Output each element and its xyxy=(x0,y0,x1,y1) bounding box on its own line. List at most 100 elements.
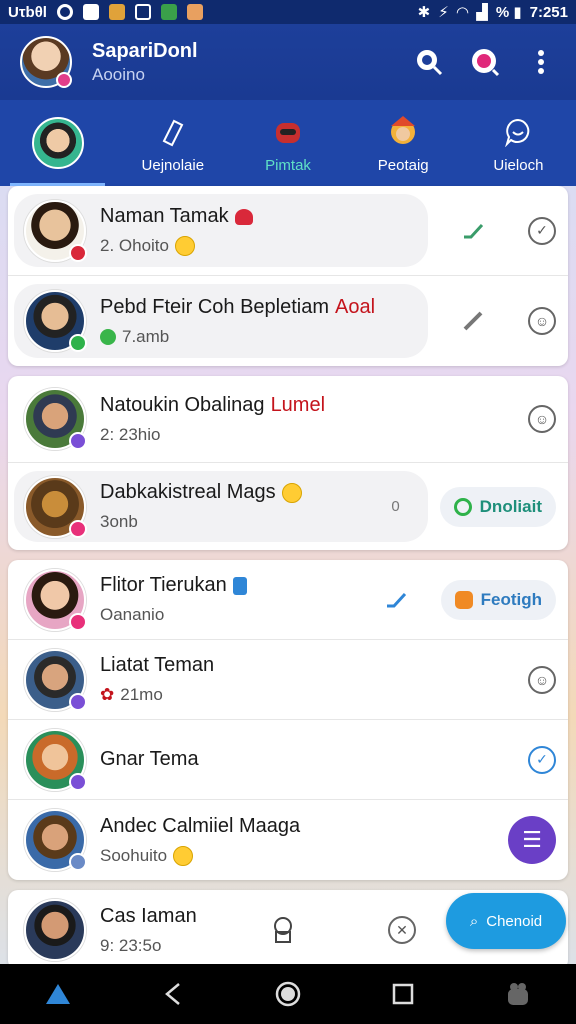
status-badge xyxy=(69,334,87,352)
avatar xyxy=(24,728,87,791)
emoji-icon xyxy=(175,236,195,256)
last-message: Oananio xyxy=(100,605,165,624)
chat-row[interactable]: Andec Calmiiel Maaga Soohuito ☰ xyxy=(8,800,568,880)
avatar xyxy=(24,290,87,352)
character-icon xyxy=(384,113,422,151)
contact-name: Andec Calmiiel Maaga xyxy=(100,814,301,837)
avatar xyxy=(24,475,87,538)
tab-chats[interactable]: Pimtak xyxy=(230,100,345,186)
menu-icon: ☰ xyxy=(522,827,542,852)
search-button[interactable] xyxy=(414,47,444,77)
chat-row[interactable]: Gnar Tema ✓ xyxy=(8,720,568,800)
more-button[interactable] xyxy=(526,47,556,77)
chat-bubble-icon xyxy=(499,113,537,151)
heart-icon xyxy=(234,208,253,225)
edit-icon xyxy=(458,216,488,246)
emoji-icon xyxy=(173,845,194,866)
last-message: 21mo xyxy=(120,685,163,704)
record-icon xyxy=(56,4,73,20)
status-badge xyxy=(69,612,87,631)
carrier-text: Uτbθl xyxy=(8,3,47,21)
read-status-icon: ✓ xyxy=(528,216,556,245)
tab-profile[interactable] xyxy=(0,100,115,186)
more-vertical-icon xyxy=(538,50,544,74)
chat-row[interactable]: Dabkakistreal Mags 3onb 0 Dnoliait xyxy=(8,463,568,550)
new-chat-label: Chenoid xyxy=(486,912,543,930)
search-icon xyxy=(417,50,443,76)
contact-name: Pebd Fteir Coh Bepletiam xyxy=(100,295,330,318)
contact-name: Natoukin Obalinag xyxy=(100,393,265,416)
system-nav-bar xyxy=(0,964,576,1024)
chat-icon xyxy=(453,497,472,516)
call-button[interactable] xyxy=(470,47,500,77)
online-icon xyxy=(100,328,116,345)
clock-text: 7:251 xyxy=(529,3,568,21)
avatar xyxy=(24,388,87,450)
chat-row[interactable]: Naman Tamak 2. Ohoito ✓ xyxy=(8,186,568,276)
tab-community[interactable]: Peotaig xyxy=(346,100,461,186)
tab-label: Peotaig xyxy=(377,156,429,174)
tab-avatar xyxy=(31,117,84,169)
home-app-button[interactable] xyxy=(41,977,75,1011)
profile-avatar[interactable] xyxy=(20,36,72,88)
tab-label: Uieloch xyxy=(493,156,544,174)
home-button[interactable] xyxy=(271,977,305,1011)
new-chat-button[interactable]: ⌕ Chenoid xyxy=(446,893,566,949)
send-icon xyxy=(134,4,151,20)
home-icon xyxy=(275,981,301,1007)
gift-icon xyxy=(454,590,473,609)
chat-card: Flitor Tierukan Oananio Feotigh Liatat T… xyxy=(8,560,568,880)
page-subtitle: Aooino xyxy=(92,64,145,84)
contact-name: Naman Tamak xyxy=(100,205,229,227)
chat-row[interactable]: Natoukin Obalinag Lumel 2: 23hio ☺ xyxy=(8,376,568,463)
avatar xyxy=(24,648,87,711)
last-message: 9: 23:5o xyxy=(100,935,162,955)
contact-name-highlight: Lumel xyxy=(270,393,326,416)
chat-row[interactable]: Liatat Teman ✿ 21mo ☺ xyxy=(8,640,568,720)
assistant-button[interactable] xyxy=(501,977,535,1011)
signal-icon: ▟ xyxy=(476,4,488,21)
tab-updates[interactable]: Uejnolaie xyxy=(115,100,230,186)
app-header: SapariDonl Aooino xyxy=(0,24,576,100)
chat-list: Naman Tamak 2. Ohoito ✓ Pebd Fteir Coh B… xyxy=(8,186,568,980)
status-bar: Uτbθl ✱ ⚡ ◠ ▟ % ▮ 7:251 xyxy=(0,0,576,24)
avatar xyxy=(24,568,87,631)
back-icon xyxy=(164,983,180,1005)
robot-icon xyxy=(269,113,307,151)
read-status-icon: ☺ xyxy=(528,665,556,694)
menu-button[interactable]: ☰ xyxy=(508,816,556,864)
last-message: 2: 23hio xyxy=(100,424,161,444)
last-message: 3onb xyxy=(100,512,138,531)
app-logo-icon xyxy=(45,984,70,1004)
action-button[interactable]: Dnoliait xyxy=(439,486,556,527)
tab-label: Uejnolaie xyxy=(141,156,205,174)
chat-row[interactable]: Pebd Fteir Coh Bepletiam Aoal 7.amb ☺ xyxy=(8,276,568,366)
wifi-icon: ◠ xyxy=(456,4,469,21)
status-badge xyxy=(69,853,87,871)
action-button[interactable]: Feotigh xyxy=(440,579,556,620)
action-label: Feotigh xyxy=(480,589,542,609)
tab-messages[interactable]: Uieloch xyxy=(461,100,576,186)
bluetooth-icon: ✱ xyxy=(417,4,431,21)
status-badge xyxy=(56,72,72,88)
status-badge xyxy=(69,519,87,538)
last-message: 7.amb xyxy=(122,326,170,346)
avatar xyxy=(24,899,86,961)
contact-name: Gnar Tema xyxy=(100,748,199,770)
status-badge xyxy=(69,243,87,262)
chat-row[interactable]: Flitor Tierukan Oananio Feotigh xyxy=(8,560,568,640)
read-status-icon: ☺ xyxy=(528,307,556,335)
action-label: Dnoliait xyxy=(479,496,542,516)
gear-icon: ✿ xyxy=(100,685,115,704)
avatar xyxy=(24,809,87,871)
contact-name-highlight: Aoal xyxy=(335,295,376,318)
read-status-icon: ☺ xyxy=(528,405,556,433)
emoji-icon xyxy=(281,482,302,503)
vibrate-icon: ⚡ xyxy=(438,4,449,21)
edit-icon xyxy=(381,585,411,615)
last-message: Soohuito xyxy=(100,845,168,865)
back-button[interactable] xyxy=(156,977,190,1011)
recents-button[interactable] xyxy=(386,977,420,1011)
contact-name: Dabkakistreal Mags xyxy=(100,481,276,503)
chat-card: Naman Tamak 2. Ohoito ✓ Pebd Fteir Coh B… xyxy=(8,186,568,366)
